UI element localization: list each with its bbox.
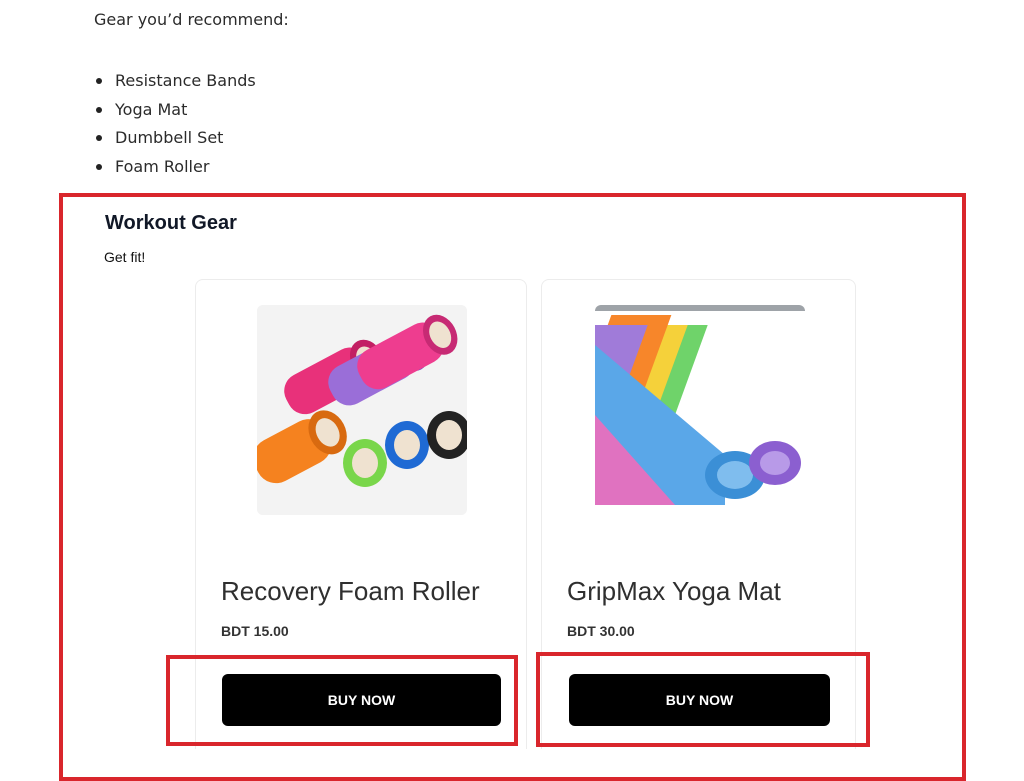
widget-subtitle: Get fit! [104,249,146,265]
product-name[interactable]: GripMax Yoga Mat [567,576,781,607]
buy-now-button[interactable]: BUY NOW [222,674,501,726]
buy-now-button[interactable]: BUY NOW [569,674,830,726]
product-card-foam-roller: Recovery Foam Roller BDT 15.00 BUY NOW [195,279,527,749]
intro-text: Gear you’d recommend: [94,10,289,29]
foam-roller-stack-image [257,305,467,515]
list-item: Yoga Mat [94,99,256,128]
gear-list: Resistance Bands Yoga Mat Dumbbell Set F… [94,70,256,185]
product-image-yoga-mat [595,305,805,515]
bullet-icon [96,164,102,171]
product-image-foam-roller [257,305,467,515]
product-name[interactable]: Recovery Foam Roller [221,576,480,607]
list-item-label: Dumbbell Set [115,128,224,148]
bullet-icon [96,106,102,113]
list-item: Foam Roller [94,156,256,185]
bullet-icon [96,78,102,84]
product-card-yoga-mat: GripMax Yoga Mat BDT 30.00 BUY NOW [541,279,856,749]
list-item-label: Yoga Mat [115,99,188,119]
list-item-label: Resistance Bands [115,71,256,90]
list-item-label: Foam Roller [115,157,210,177]
widget-title: Workout Gear [105,212,237,234]
product-price: BDT 30.00 [567,623,635,639]
bullet-icon [96,135,102,142]
product-price: BDT 15.00 [221,623,289,639]
list-item: Resistance Bands [94,70,256,99]
list-item: Dumbbell Set [94,127,256,156]
rolled-yoga-mats-image [595,305,805,515]
